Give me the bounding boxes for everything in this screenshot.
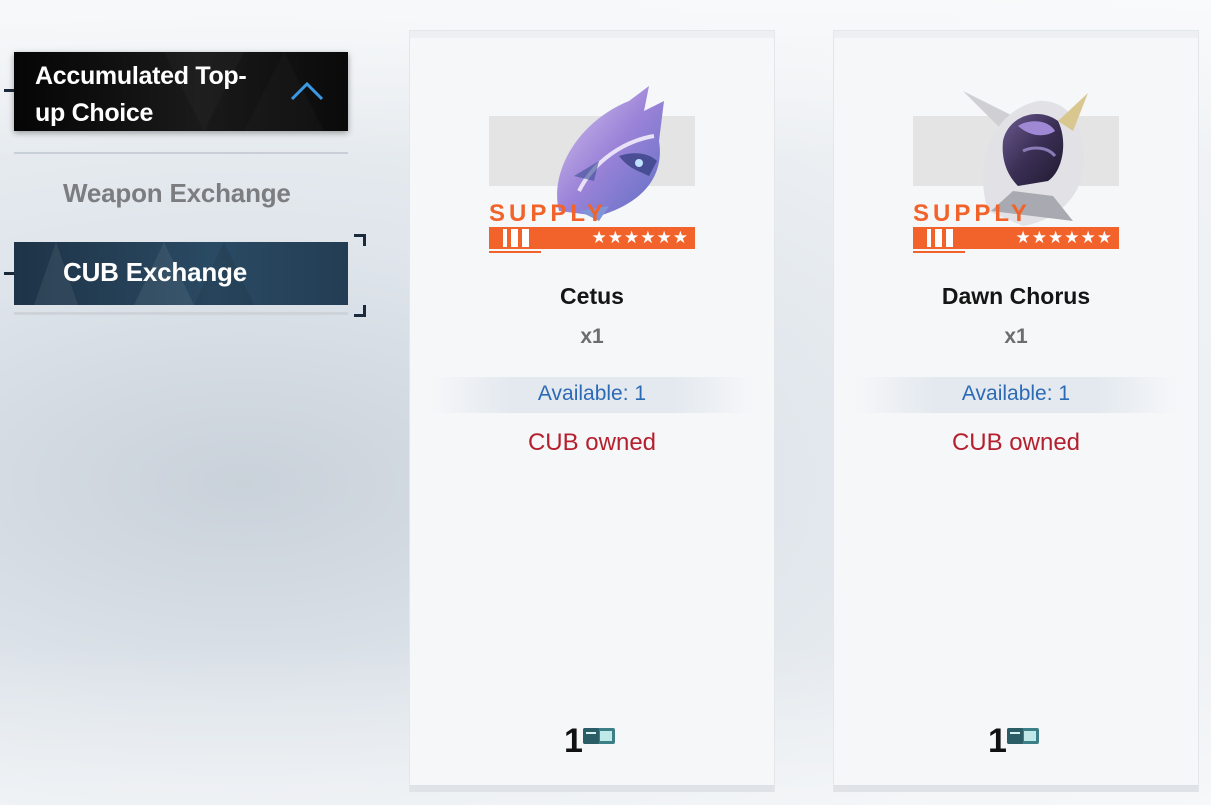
menu-parent-label: Accumulated Top-up Choice <box>35 62 247 127</box>
rarity-bar: ★★★★★★ <box>913 227 1119 249</box>
rarity-stars: ★★★★★★ <box>1015 228 1113 247</box>
supply-badge-text: SUPPLY <box>489 200 607 227</box>
menu-item-weapon-exchange[interactable]: Weapon Exchange <box>14 168 348 224</box>
selection-bracket <box>354 305 366 317</box>
menu-divider <box>14 152 348 154</box>
chevron-up-icon[interactable] <box>290 81 324 101</box>
rarity-stars: ★★★★★★ <box>591 228 689 247</box>
owned-status: CUB owned <box>527 429 657 456</box>
price-amount: 1 <box>564 722 583 760</box>
menu-tick-marker <box>4 272 14 275</box>
item-thumbnail: SUPPLY ★★★★★★ <box>489 81 695 253</box>
item-thumbnail: SUPPLY ★★★★★★ <box>913 81 1119 253</box>
supply-badge-text: SUPPLY <box>913 200 1031 227</box>
menu-divider <box>14 312 348 315</box>
menu-item-label: CUB Exchange <box>63 257 247 287</box>
price-amount: 1 <box>988 722 1007 760</box>
rarity-bar: ★★★★★★ <box>489 227 695 249</box>
available-band: Available: 1 <box>854 377 1178 413</box>
ticket-icon <box>583 728 615 744</box>
ticket-icon <box>1007 728 1039 744</box>
item-quantity: x1 <box>580 325 604 348</box>
exchange-card[interactable]: SUPPLY ★★★★★★ Dawn Chorus x1 Available: … <box>834 31 1198 792</box>
item-name: Cetus <box>560 283 624 309</box>
available-band: Available: 1 <box>430 377 754 413</box>
selection-bracket <box>354 234 366 246</box>
item-quantity: x1 <box>1004 325 1028 348</box>
menu-parent-accumulated-topup[interactable]: Accumulated Top-up Choice <box>14 52 348 131</box>
menu-tick-marker <box>4 89 14 92</box>
available-count: Available: 1 <box>537 382 647 405</box>
exchange-card[interactable]: SUPPLY ★★★★★★ Cetus x1 Available: 1 CUB … <box>410 31 774 792</box>
menu-item-label: Weapon Exchange <box>63 178 291 208</box>
menu-item-cub-exchange[interactable]: CUB Exchange <box>14 242 348 305</box>
item-name: Dawn Chorus <box>941 283 1091 309</box>
owned-status: CUB owned <box>951 429 1081 456</box>
available-count: Available: 1 <box>961 382 1071 405</box>
